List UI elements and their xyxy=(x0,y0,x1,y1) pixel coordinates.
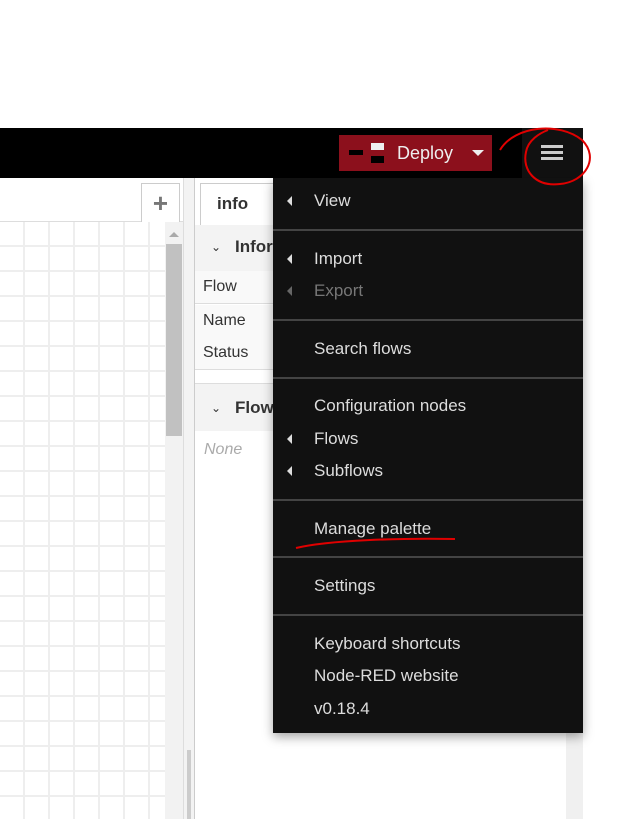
header-bar xyxy=(0,128,583,178)
menu-item-version[interactable]: v0.18.4 xyxy=(273,694,583,724)
deploy-dropdown-icon[interactable] xyxy=(472,150,484,156)
menu-divider xyxy=(273,556,583,558)
submenu-arrow-icon xyxy=(287,434,292,444)
submenu-arrow-icon xyxy=(287,286,292,296)
canvas-vertical-scrollbar[interactable] xyxy=(165,222,183,819)
scroll-thumb[interactable] xyxy=(166,244,182,436)
menu-divider xyxy=(273,229,583,231)
menu-item-label: Manage palette xyxy=(314,519,432,538)
menu-item-label: Keyboard shortcuts xyxy=(314,634,461,653)
menu-item-label: Search flows xyxy=(314,339,412,358)
menu-item-view[interactable]: View xyxy=(273,186,583,216)
menu-item-label: Import xyxy=(314,249,363,268)
menu-item-flows[interactable]: Flows xyxy=(273,424,583,454)
deploy-icon xyxy=(349,143,384,163)
submenu-arrow-icon xyxy=(287,196,292,206)
deploy-button[interactable]: Deploy xyxy=(339,135,492,171)
menu-divider xyxy=(273,377,583,379)
chevron-down-icon: ⌄ xyxy=(211,240,222,254)
submenu-arrow-icon xyxy=(287,254,292,264)
workspace-canvas[interactable] xyxy=(0,222,165,819)
menu-item-manage-palette[interactable]: Manage palette xyxy=(273,514,583,544)
flow-section-title: Flow xyxy=(235,398,274,417)
menu-item-label: Configuration nodes xyxy=(314,396,467,415)
main-menu-button[interactable] xyxy=(522,128,583,178)
menu-item-node-red-website[interactable]: Node-RED website xyxy=(273,661,583,691)
menu-divider xyxy=(273,499,583,501)
menu-item-label: Subflows xyxy=(314,461,383,480)
menu-item-label: v0.18.4 xyxy=(314,699,370,718)
menu-item-label: View xyxy=(314,191,351,210)
main-menu-dropdown: View Import Export Search flows Configur… xyxy=(273,178,583,733)
menu-divider xyxy=(273,614,583,616)
menu-item-label: Flows xyxy=(314,429,359,448)
menu-item-label: Export xyxy=(314,281,364,300)
menu-item-settings[interactable]: Settings xyxy=(273,571,583,601)
add-flow-tab-button[interactable]: + xyxy=(141,183,180,222)
menu-item-export: Export xyxy=(273,276,583,306)
deploy-label: Deploy xyxy=(397,143,454,163)
sidebar-splitter[interactable] xyxy=(183,178,195,819)
flow-value: None xyxy=(204,441,243,458)
menu-divider xyxy=(273,319,583,321)
menu-item-search-flows[interactable]: Search flows xyxy=(273,334,583,364)
menu-item-label: Node-RED website xyxy=(314,666,459,685)
menu-item-subflows[interactable]: Subflows xyxy=(273,456,583,486)
menu-item-configuration-nodes[interactable]: Configuration nodes xyxy=(273,391,583,421)
menu-item-keyboard-shortcuts[interactable]: Keyboard shortcuts xyxy=(273,629,583,659)
tab-info[interactable]: info xyxy=(200,183,280,225)
menu-item-import[interactable]: Import xyxy=(273,244,583,274)
menu-item-label: Settings xyxy=(314,576,376,595)
splitter-scroll-thumb[interactable] xyxy=(187,750,191,819)
submenu-arrow-icon xyxy=(287,466,292,476)
chevron-down-icon: ⌄ xyxy=(211,401,222,415)
scroll-up-icon[interactable] xyxy=(169,232,179,237)
